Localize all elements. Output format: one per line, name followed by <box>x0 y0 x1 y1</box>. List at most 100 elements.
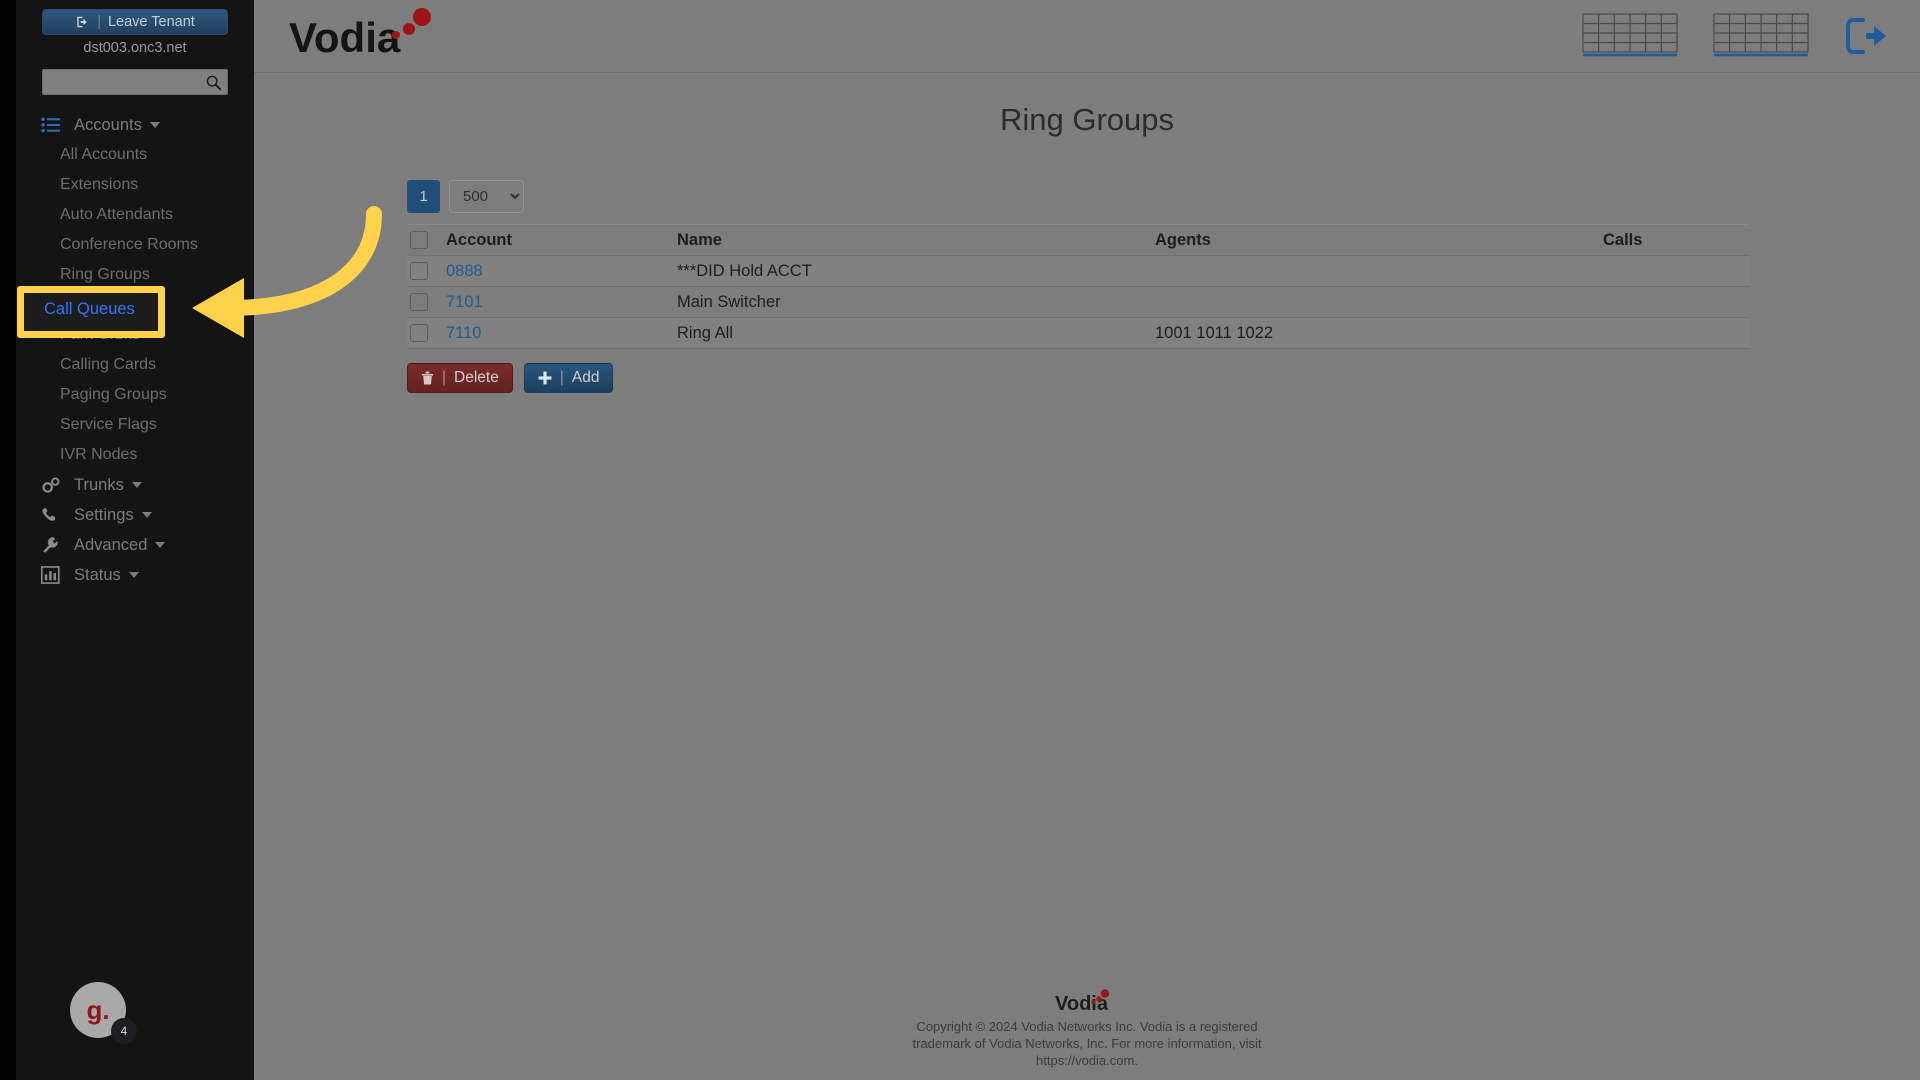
sidebar-group-settings-label: Settings <box>74 505 134 524</box>
chevron-down-icon <box>141 512 152 518</box>
cell-agents <box>1155 255 1603 287</box>
main-area: Vodia Ring Groups 1 500 Account Name Age… <box>254 0 1920 1080</box>
column-header-agents[interactable]: Agents <box>1155 224 1603 256</box>
delete-button[interactable]: | Delete <box>407 363 513 393</box>
app-root: | Leave Tenant dst003.onc3.net Accounts … <box>0 0 1920 1080</box>
search-box[interactable] <box>42 69 228 95</box>
cell-agents <box>1155 286 1603 318</box>
account-link[interactable]: 7101 <box>446 293 483 311</box>
cell-account: 7101 <box>446 286 677 318</box>
account-link[interactable]: 0888 <box>446 262 483 280</box>
sidebar-item-ivr-nodes[interactable]: IVR Nodes <box>16 440 254 470</box>
svg-text:Vodia: Vodia <box>1055 993 1109 1015</box>
leave-tenant-label: Leave Tenant <box>107 14 195 30</box>
sidebar-item-calling-cards[interactable]: Calling Cards <box>16 350 254 380</box>
table-header: Account Name Agents Calls <box>407 224 1750 256</box>
sidebar-group-status-label: Status <box>74 565 121 584</box>
sidebar-item-label: IVR Nodes <box>60 446 138 463</box>
leave-tenant-icon <box>77 16 88 28</box>
grid-icon[interactable] <box>1582 13 1678 58</box>
gears-icon <box>41 475 63 495</box>
row-checkbox[interactable] <box>410 262 428 281</box>
delete-label: Delete <box>454 369 499 386</box>
sidebar-item-service-flags[interactable]: Service Flags <box>16 410 254 440</box>
cell-name: ***DID Hold ACCT <box>677 255 1155 287</box>
wrench-icon <box>41 535 63 555</box>
column-header-name[interactable]: Name <box>677 224 1155 256</box>
row-checkbox[interactable] <box>410 293 428 312</box>
select-all-checkbox[interactable] <box>410 231 428 250</box>
chevron-down-icon <box>131 482 142 488</box>
avatar-initials: g. <box>86 994 110 1025</box>
list-icon <box>41 115 63 135</box>
cell-name: Ring All <box>677 317 1155 349</box>
bar-chart-icon <box>41 565 63 585</box>
cell-account: 7110 <box>446 317 677 349</box>
sidebar-group-trunks[interactable]: Trunks <box>16 470 254 500</box>
column-header-account[interactable]: Account <box>446 224 677 256</box>
logout-icon[interactable] <box>1844 16 1888 56</box>
trash-icon <box>421 371 434 385</box>
sidebar-group-advanced-label: Advanced <box>74 535 148 554</box>
add-button[interactable]: | Add <box>523 363 614 393</box>
sidebar-group-advanced[interactable]: Advanced <box>16 530 254 560</box>
chevron-down-icon <box>155 542 166 548</box>
chevron-down-icon <box>128 572 139 578</box>
tenant-name: dst003.onc3.net <box>83 40 187 56</box>
table-toolbar: 1 500 <box>407 180 1920 213</box>
table-row[interactable]: 7101 Main Switcher <box>407 286 1750 318</box>
vodia-footer-logo: Vodia <box>1055 989 1110 1015</box>
sidebar-group-accounts[interactable]: Accounts <box>16 110 254 140</box>
sidebar-item-label: Conference Rooms <box>60 236 198 253</box>
row-checkbox-cell <box>407 255 446 287</box>
sidebar-item-conference-rooms[interactable]: Conference Rooms <box>16 230 254 260</box>
page-size-select[interactable]: 500 <box>449 180 524 213</box>
add-label: Add <box>571 369 600 386</box>
sidebar-group-status[interactable]: Status <box>16 560 254 590</box>
table-row[interactable]: 7110 Ring All 1001 1011 1022 <box>407 317 1750 349</box>
row-checkbox-cell <box>407 286 446 318</box>
sidebar-item-auto-attendants[interactable]: Auto Attendants <box>16 200 254 230</box>
grid-icon[interactable] <box>1713 13 1809 58</box>
table-header-row: Account Name Agents Calls <box>407 224 1750 256</box>
account-link[interactable]: 7110 <box>446 324 481 342</box>
pagination-page-1[interactable]: 1 <box>407 180 440 213</box>
table-body: 0888 ***DID Hold ACCT 7101 Main Switcher… <box>407 255 1750 349</box>
ring-groups-table: Account Name Agents Calls 0888 ***DID Ho… <box>407 224 1750 349</box>
cell-name: Main Switcher <box>677 286 1155 318</box>
svg-text:Vodia: Vodia <box>289 14 401 61</box>
footer-line-1: Copyright © 2024 Vodia Networks Inc. Vod… <box>916 1019 1258 1034</box>
sidebar-item-label: Auto Attendants <box>60 206 173 223</box>
footer-line-3: https://vodia.com. <box>1036 1053 1138 1068</box>
cell-calls <box>1603 317 1750 349</box>
sidebar-item-paging-groups[interactable]: Paging Groups <box>16 380 254 410</box>
sidebar-item-all-accounts[interactable]: All Accounts <box>16 140 254 170</box>
cell-account: 0888 <box>446 255 677 287</box>
sidebar-item-label: Extensions <box>60 176 139 193</box>
table-row[interactable]: 0888 ***DID Hold ACCT <box>407 255 1750 287</box>
delete-separator: | <box>442 369 447 386</box>
page-title: Ring Groups <box>999 102 1175 137</box>
column-header-calls[interactable]: Calls <box>1603 224 1750 256</box>
select-all-header <box>407 224 446 256</box>
row-checkbox[interactable] <box>410 324 428 343</box>
leave-tenant-button[interactable]: | Leave Tenant <box>42 9 228 35</box>
sidebar-nav: Accounts All Accounts Extensions Auto At… <box>16 110 254 590</box>
sidebar-item-ring-groups[interactable]: Ring Groups <box>16 260 254 290</box>
search-input[interactable] <box>43 70 227 94</box>
sidebar-item-extensions[interactable]: Extensions <box>16 170 254 200</box>
cell-agents: 1001 1011 1022 <box>1155 317 1603 349</box>
search-icon[interactable] <box>205 74 222 91</box>
top-header-icons <box>1582 13 1888 58</box>
sidebar-group-settings[interactable]: Settings <box>16 500 254 530</box>
avatar-badge: 4 <box>111 1018 137 1044</box>
top-header: Vodia <box>254 0 1920 73</box>
sidebar-item-label: Service Flags <box>60 416 157 433</box>
sidebar-item-label: Ring Groups <box>60 266 150 283</box>
sidebar-group-trunks-label: Trunks <box>74 475 124 494</box>
highlight-target-label: Call Queues <box>44 300 135 318</box>
content-area: 1 500 Account Name Agents Calls 0888 ***… <box>254 180 1920 393</box>
cell-calls <box>1603 286 1750 318</box>
sidebar-item-label: Calling Cards <box>60 356 157 373</box>
vodia-logo: Vodia <box>289 8 431 61</box>
